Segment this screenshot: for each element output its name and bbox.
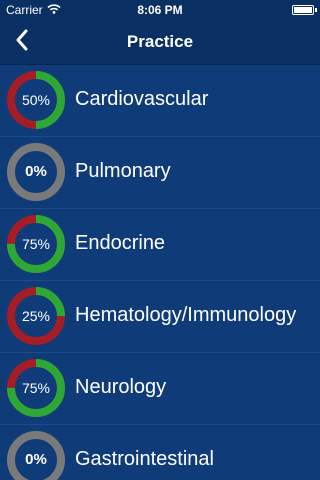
progress-percent: 25% [21, 308, 51, 324]
progress-percent: 75% [21, 236, 51, 252]
progress-percent: 75% [21, 380, 51, 396]
topic-row[interactable]: 25% Hematology/Immunology [0, 281, 320, 353]
progress-percent: 50% [21, 92, 51, 108]
topic-row[interactable]: 75% Neurology [0, 353, 320, 425]
navigation-bar: Practice [0, 20, 320, 65]
topic-row[interactable]: 75% Endocrine [0, 209, 320, 281]
topic-title: Pulmonary [75, 160, 171, 182]
progress-percent: 0% [25, 163, 47, 180]
progress-percent: 0% [25, 451, 47, 468]
status-bar: Carrier 8:06 PM [0, 0, 320, 20]
status-time: 8:06 PM [137, 3, 183, 17]
topic-title: Endocrine [75, 232, 166, 254]
topic-title: Neurology [75, 376, 167, 398]
topic-title: Cardiovascular [75, 88, 209, 110]
topic-row[interactable]: 0% Gastrointestinal [0, 425, 320, 480]
topic-title: Hematology/Immunology [75, 304, 297, 326]
practice-screen: Carrier 8:06 PM Practice 50% Cardiovascul… [0, 0, 320, 480]
topic-row[interactable]: 50% Cardiovascular [0, 65, 320, 137]
topic-list: 50% Cardiovascular 0% Pulmonary 75% Endocrine… [0, 65, 320, 480]
battery-icon [292, 5, 314, 15]
topic-title: Gastrointestinal [75, 448, 214, 470]
page-title: Practice [126, 32, 194, 51]
topic-row[interactable]: 0% Pulmonary [0, 137, 320, 209]
battery-tip [315, 8, 317, 12]
